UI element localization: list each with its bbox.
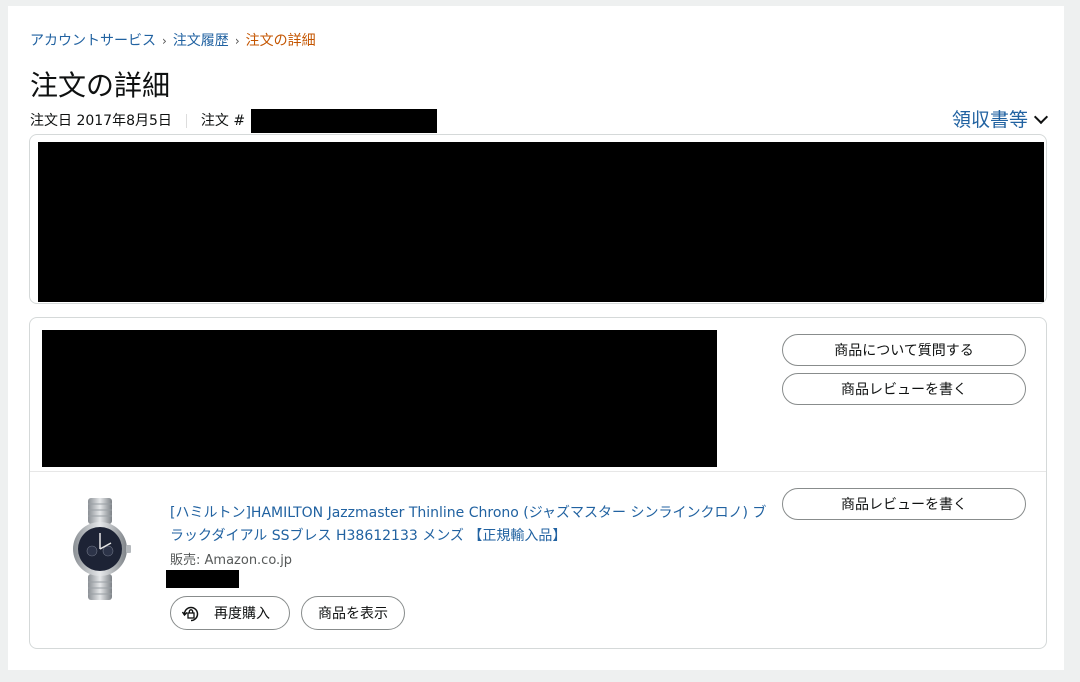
watch-product-image[interactable] (66, 496, 134, 602)
breadcrumb-order-history[interactable]: 注文履歴 (173, 33, 229, 49)
shipment-card: 商品について質問する 商品レビューを書く [ハミルトン]HAMILTON Jaz… (29, 317, 1047, 649)
meta-divider (185, 114, 187, 128)
write-review-button[interactable]: 商品レビューを書く (782, 373, 1026, 405)
breadcrumb-separator-icon: › (162, 34, 167, 48)
breadcrumb-account-service[interactable]: アカウントサービス (30, 33, 156, 49)
view-item-button[interactable]: 商品を表示 (301, 596, 405, 630)
receipt-dropdown-label: 領収書等 (951, 109, 1028, 131)
order-meta: 注文日 2017年8月5日 注文 # (30, 109, 438, 133)
write-review-button-item[interactable]: 商品レビューを書く (782, 488, 1026, 520)
order-number-label: 注文 # (200, 113, 246, 129)
page-title: 注文の詳細 (30, 69, 171, 102)
breadcrumb-separator-icon: › (234, 34, 240, 48)
redacted-order-summary (38, 142, 1044, 302)
chevron-down-icon (1033, 109, 1049, 125)
breadcrumb: アカウントサービス › 注文履歴 › 注文の詳細 (30, 30, 316, 50)
redacted-price (166, 570, 239, 588)
breadcrumb-current: 注文の詳細 (245, 33, 316, 49)
redacted-order-number (251, 109, 438, 133)
product-title-link[interactable]: [ハミルトン]HAMILTON Jazzmaster Thinline Chro… (170, 502, 770, 548)
order-summary-card (29, 134, 1047, 304)
divider (30, 471, 1046, 472)
rebuy-icon (181, 606, 199, 622)
buy-again-label: 再度購入 (214, 606, 270, 622)
order-details-page: アカウントサービス › 注文履歴 › 注文の詳細 注文の詳細 注文日 2017年8月5日… (8, 6, 1064, 670)
ask-question-button[interactable]: 商品について質問する (782, 334, 1026, 366)
order-date: 注文日 2017年8月5日 (30, 113, 172, 129)
receipt-dropdown[interactable]: 領収書等 (951, 105, 1049, 132)
seller-label: 販売: Amazon.co.jp (170, 553, 293, 568)
buy-again-button[interactable]: 再度購入 (170, 596, 290, 630)
redacted-shipment-status (42, 330, 717, 467)
